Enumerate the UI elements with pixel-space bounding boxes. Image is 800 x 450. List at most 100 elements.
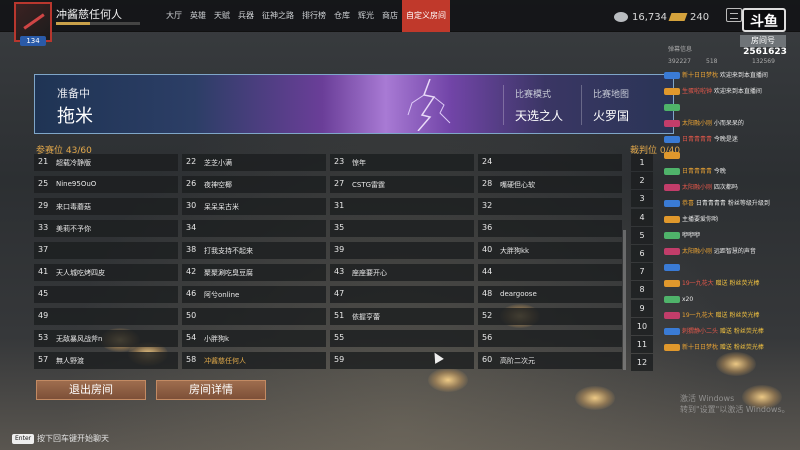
danmaku-message: 太阳融小刚 远距智慧的声音 xyxy=(664,246,796,258)
fan-badge-icon xyxy=(664,184,680,191)
participant-slot[interactable]: 39 xyxy=(330,242,474,259)
mail-icon[interactable] xyxy=(726,8,742,22)
slot-number: 35 xyxy=(334,223,345,232)
participant-slot[interactable]: 60 高阶二次元 xyxy=(478,352,622,369)
slot-number: 43 xyxy=(334,267,345,276)
referee-slot[interactable]: 9 xyxy=(631,299,653,317)
participant-slot[interactable]: 51 依握亨蕾 xyxy=(330,308,474,325)
banner-divider xyxy=(503,85,504,125)
referee-slot[interactable]: 6 xyxy=(631,245,653,262)
participant-slot[interactable]: 32 xyxy=(478,198,622,215)
participant-slot[interactable]: 46 阿兮online xyxy=(182,286,326,303)
participant-slot[interactable]: 41 天人城吃烤四皮 xyxy=(34,264,178,281)
participant-slot[interactable]: 56 xyxy=(478,330,622,347)
slot-player-name: 高阶二次元 xyxy=(500,357,535,365)
participant-slot[interactable]: 53 无敌暴风战斧n xyxy=(34,330,178,347)
slot-number: 59 xyxy=(334,355,345,364)
participant-slot[interactable]: 47 xyxy=(330,286,474,303)
referee-slot[interactable]: 4 xyxy=(631,208,653,226)
participant-slot[interactable]: 34 xyxy=(182,220,326,237)
danmaku-message xyxy=(664,262,796,274)
nav-tab-heroes[interactable]: 英雄 xyxy=(186,0,210,32)
referee-slot[interactable]: 7 xyxy=(631,263,653,281)
danmaku-user: 19一九花大 xyxy=(682,280,716,287)
chat-hint-text[interactable]: 按下回车键开始聊天 xyxy=(37,433,109,444)
mode-label: 比赛模式 xyxy=(515,90,552,100)
nav-tab-leaderboard[interactable]: 排行榜 xyxy=(298,0,330,32)
banner-divider xyxy=(581,85,582,125)
participant-slot[interactable]: 44 xyxy=(478,264,622,281)
fan-badge-icon xyxy=(664,120,680,127)
participant-slot[interactable]: 50 xyxy=(182,308,326,325)
room-details-button[interactable]: 房间详情 xyxy=(156,380,266,400)
referee-slot[interactable]: 10 xyxy=(631,317,653,335)
participant-slot[interactable]: 36 xyxy=(478,220,622,237)
referee-slot[interactable]: 8 xyxy=(631,281,653,299)
nav-tab-custom-room[interactable]: 自定义房间 xyxy=(402,0,450,32)
participant-slot[interactable]: 29 来口毒蘑菇 xyxy=(34,198,178,215)
slot-number: 36 xyxy=(482,223,493,232)
slot-player-name: 打我支持不起来 xyxy=(204,247,253,255)
danmaku-user: 恭喜 xyxy=(682,200,696,207)
referee-slot[interactable]: 5 xyxy=(631,226,653,244)
danmaku-message: x20 xyxy=(664,294,796,306)
referee-slot[interactable]: 1 xyxy=(631,154,653,171)
referee-slot[interactable]: 11 xyxy=(631,336,653,353)
room-number-label: 房间号 xyxy=(740,35,786,47)
participant-slot[interactable]: 59 xyxy=(330,352,474,369)
participant-slot[interactable]: 25 Nine95OuO xyxy=(34,176,178,193)
participant-slot[interactable]: 52 xyxy=(478,308,622,325)
participant-slot[interactable]: 23 惊年 xyxy=(330,154,474,171)
danmaku-message xyxy=(664,150,796,162)
slot-player-name: 天人城吃烤四皮 xyxy=(56,269,105,277)
participant-slot[interactable]: 35 xyxy=(330,220,474,237)
stream-panel-title: 弹幕信息 xyxy=(668,46,693,53)
participant-slot[interactable]: 40 大胖狗kk xyxy=(478,242,622,259)
participant-slot[interactable]: 26 夜神空椰 xyxy=(182,176,326,193)
slot-player-name: 惊年 xyxy=(352,159,366,167)
nav-tab-glow[interactable]: 辉光 xyxy=(354,0,378,32)
slot-player-name: CSTG雷霆 xyxy=(352,181,386,189)
participant-slot[interactable]: 28 嘴硬但心软 xyxy=(478,176,622,193)
slot-number: 33 xyxy=(38,223,49,232)
referee-slot[interactable]: 12 xyxy=(631,354,653,372)
slot-player-name: Nine95OuO xyxy=(56,180,97,188)
slot-number: 42 xyxy=(186,267,197,276)
participant-slot[interactable]: 30 呆呆呆古米 xyxy=(182,198,326,215)
participant-slot[interactable]: 33 美莉不予你 xyxy=(34,220,178,237)
nav-tab-talents[interactable]: 天赋 xyxy=(210,0,234,32)
participant-slot[interactable]: 45 xyxy=(34,286,178,303)
nav-tab-weapons[interactable]: 兵器 xyxy=(234,0,258,32)
danmaku-message: 恭喜 日青青青青 粉丝等级升级到 xyxy=(664,198,796,210)
participant-slot[interactable]: 21 超载冷静版 xyxy=(34,154,178,171)
player-avatar[interactable]: 134 xyxy=(14,2,52,46)
nav-tab-road[interactable]: 征神之路 xyxy=(258,0,298,32)
participant-slot[interactable]: 22 芝芝小满 xyxy=(182,154,326,171)
participant-slot[interactable]: 43 座座要开心 xyxy=(330,264,474,281)
gold-bar-icon xyxy=(668,13,688,21)
nav-tab-storage[interactable]: 仓库 xyxy=(330,0,354,32)
participant-slot[interactable]: 37 xyxy=(34,242,178,259)
danmaku-message xyxy=(664,102,796,114)
participant-slot[interactable]: 57 無人野渡 xyxy=(34,352,178,369)
exit-room-button[interactable]: 退出房间 xyxy=(36,380,146,400)
referee-slot[interactable]: 3 xyxy=(631,190,653,208)
participant-slot[interactable]: 55 xyxy=(330,330,474,347)
nav-tab-shop[interactable]: 商店 xyxy=(378,0,402,32)
fan-badge-icon xyxy=(664,136,680,143)
referee-slot[interactable]: 2 xyxy=(631,172,653,190)
participant-slot[interactable]: 49 xyxy=(34,308,178,325)
participant-slot[interactable]: 48 deargoose xyxy=(478,286,622,303)
participant-slot[interactable]: 24 xyxy=(478,154,622,171)
slot-player-name: 依握亨蕾 xyxy=(352,313,380,321)
participant-slot[interactable]: 42 聚聚涮吃臭豆腐 xyxy=(182,264,326,281)
participant-slot[interactable]: 27 CSTG雷霆 xyxy=(330,176,474,193)
fan-badge-icon xyxy=(664,200,680,207)
fan-badge-icon xyxy=(664,152,680,159)
nav-tab-lobby[interactable]: 大厅 xyxy=(162,0,186,32)
participant-slot[interactable]: 58 冲酱慈任何人 xyxy=(182,352,326,369)
participant-slot[interactable]: 38 打我支持不起来 xyxy=(182,242,326,259)
slot-scrollbar[interactable] xyxy=(623,230,626,370)
participant-slot[interactable]: 54 小胖狗k xyxy=(182,330,326,347)
participant-slot[interactable]: 31 xyxy=(330,198,474,215)
